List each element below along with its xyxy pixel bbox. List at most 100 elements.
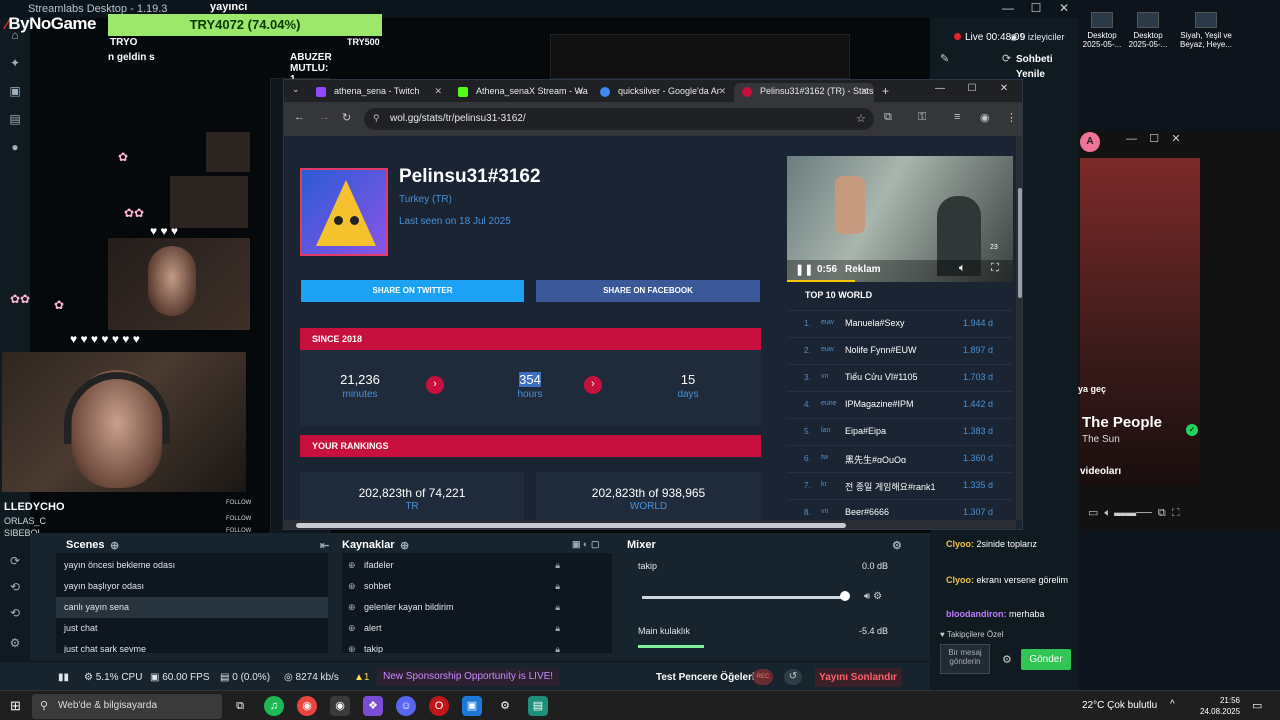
add-source-icon[interactable]: ⊕: [400, 539, 409, 552]
volume-slider-knob[interactable]: [840, 591, 850, 601]
forward-icon[interactable]: →: [319, 111, 330, 123]
minimize-button[interactable]: —: [924, 83, 956, 94]
refresh-icon[interactable]: ⟳: [1002, 52, 1011, 65]
table-row[interactable]: 6. tw 黑先生#ɑOuOɑ 1.360 d: [787, 445, 1013, 471]
maximize-button[interactable]: ☐: [956, 83, 988, 94]
scene-item[interactable]: yayın öncesi bekleme odası: [56, 555, 328, 576]
new-tab-button[interactable]: +: [882, 84, 889, 98]
password-icon[interactable]: ⚿: [918, 111, 926, 124]
desktop-shortcut[interactable]: Siyah, Yeşil ve Beyaz, Heye...: [1174, 12, 1238, 49]
tab-twitch[interactable]: athena_sena - Twitch ✕: [308, 83, 448, 102]
fullscreen-icon[interactable]: ⛶: [991, 262, 999, 275]
chevron-right-icon[interactable]: ›: [584, 376, 602, 394]
table-row[interactable]: 8. vn Beer#6666 1.307 d: [787, 499, 1013, 520]
add-scene-icon[interactable]: ⊕: [110, 539, 119, 552]
tab-wolgg[interactable]: Pelinsu31#3162 (TR) - Stats ✕: [734, 83, 874, 102]
mixer-settings-icon[interactable]: ⚙: [892, 539, 902, 552]
vertical-scrollbar[interactable]: [1016, 136, 1022, 520]
scene-item[interactable]: yayın başlıyor odası: [56, 576, 328, 597]
stats-icon[interactable]: ▮▮: [58, 672, 69, 683]
table-row[interactable]: 5. lan Eipa#Eipa 1.383 d: [787, 418, 1013, 444]
share-twitter-button[interactable]: SHARE ON TWITTER: [301, 280, 524, 302]
discord-icon[interactable]: ☺: [396, 696, 416, 716]
chrome-icon[interactable]: ◉: [330, 696, 350, 716]
close-button[interactable]: ✕: [988, 83, 1020, 94]
share-facebook-button[interactable]: SHARE ON FACEBOOK: [536, 280, 760, 302]
desktop-shortcut[interactable]: Desktop 2025-05-...: [1078, 12, 1126, 49]
source-item[interactable]: ⊕ ifadeler 🔒︎: [342, 555, 610, 576]
copilot-icon[interactable]: ❖: [363, 696, 383, 716]
avatar[interactable]: A: [1080, 132, 1100, 152]
extensions-icon[interactable]: ⧉: [884, 111, 892, 124]
weather-widget[interactable]: 22°C Çok bulutlu: [1082, 700, 1157, 711]
taskbar-search[interactable]: ⚲ Web'de & bilgisayarda: [32, 694, 222, 719]
source-item[interactable]: ⊕ takip 🔒︎: [342, 639, 610, 653]
test-widgets-button[interactable]: Test Pencere Öğeleri: [656, 672, 755, 683]
opera-icon[interactable]: O: [429, 696, 449, 716]
source-item[interactable]: ⊕ gelenler kayan bildirim 🔒︎: [342, 597, 610, 618]
notification-icon[interactable]: ▭: [1252, 699, 1262, 712]
minimize-button[interactable]: —: [994, 1, 1022, 15]
replay-icon[interactable]: ↺: [784, 669, 802, 685]
video-ad[interactable]: ❚❚ 0:56 Reklam 23 🔈︎ ⛶: [787, 156, 1013, 282]
edit-icon[interactable]: ✎: [940, 52, 949, 65]
desktop-shortcut[interactable]: Desktop 2025-05-...: [1124, 12, 1172, 49]
pause-icon[interactable]: ❚❚: [795, 263, 813, 276]
scene-item[interactable]: just chat sark sevme: [56, 639, 328, 653]
sponsor-banner[interactable]: New Sponsorship Opportunity is LIVE!: [377, 668, 560, 686]
chat-settings-icon[interactable]: ⚙: [1002, 653, 1012, 666]
reload-icon[interactable]: ↻: [342, 111, 351, 124]
integration-icon[interactable]: ⟳: [8, 554, 22, 568]
warning-icon[interactable]: ▲1: [354, 672, 369, 683]
table-row[interactable]: 7. kr 전 종일 게임해요#rank1 1.335 d: [787, 472, 1013, 498]
close-button[interactable]: ✕: [1050, 1, 1078, 15]
table-row[interactable]: 1. euw Manuela#Sexy 1.944 d: [787, 310, 1013, 336]
media-icon[interactable]: ≡: [954, 111, 960, 123]
refresh-chat-button[interactable]: Sohbeti Yenile: [1016, 52, 1066, 82]
url-field[interactable]: ⚲ wol.gg/stats/tr/pelinsu31-3162/ ☆: [364, 108, 874, 130]
spotify-icon[interactable]: ♫: [264, 696, 284, 716]
close-button[interactable]: ✕: [1171, 133, 1180, 145]
menu-icon[interactable]: ⋮: [1006, 111, 1017, 124]
volume-slider[interactable]: [642, 596, 846, 599]
table-row[interactable]: 2. euw Nolife Fynn#EUW 1.897 d: [787, 337, 1013, 363]
tab-search-icon[interactable]: ⌄: [292, 84, 300, 95]
horizontal-scrollbar[interactable]: [284, 520, 1016, 529]
table-row[interactable]: 4. eune IPMagazine#IPM 1.442 d: [787, 391, 1013, 417]
link-icon[interactable]: ⟲: [8, 606, 22, 620]
app-icon[interactable]: ▣: [462, 696, 482, 716]
collapse-icon[interactable]: ⇤: [320, 539, 329, 552]
settings-icon[interactable]: ⚙: [495, 696, 515, 716]
minimize-button[interactable]: —: [1126, 133, 1137, 145]
tray-chevron-icon[interactable]: ^: [1170, 699, 1175, 710]
back-icon[interactable]: ←: [294, 111, 305, 123]
windows-start-icon[interactable]: ⊞: [10, 699, 24, 713]
volume-icon[interactable]: 🔈︎: [959, 262, 966, 275]
skip-label[interactable]: ya geç: [1078, 384, 1106, 394]
streamlabs-icon[interactable]: ▤: [528, 696, 548, 716]
scene-item[interactable]: just chat: [56, 618, 328, 639]
table-row[interactable]: 3. vn Tiểu Cửu Vĩ#1105 1.703 d: [787, 364, 1013, 390]
source-item[interactable]: ⊕ alert 🔒︎: [342, 618, 610, 639]
maximize-button[interactable]: ☐: [1149, 133, 1159, 145]
tab-google[interactable]: quicksilver - Google'da Ar ✕: [592, 83, 732, 102]
task-view-icon[interactable]: ⧉: [230, 696, 250, 716]
source-tools-icon[interactable]: ▣ ◐ ▢: [572, 539, 599, 550]
profile-icon[interactable]: ◉: [980, 111, 990, 124]
chat-input[interactable]: Bir mesaj gönderin: [940, 644, 990, 674]
lock-icon: 🔒︎: [555, 581, 560, 591]
speaker-icon[interactable]: 🔊︎ ⚙: [864, 591, 882, 602]
player-controls[interactable]: ▭ 🔈︎ ▬▬── ⧉ ⛶: [1088, 506, 1180, 520]
scene-item-selected[interactable]: canlı yayın sena: [56, 597, 328, 618]
plugin-icon[interactable]: ⟲: [8, 580, 22, 594]
tab-kick[interactable]: Athena_senaX Stream - Wa ✕: [450, 83, 590, 102]
record-button[interactable]: REC: [753, 669, 773, 685]
end-stream-button[interactable]: Yayını Sonlandır: [815, 668, 901, 687]
clock[interactable]: 21:56 24.08.2025: [1200, 695, 1240, 717]
chevron-right-icon[interactable]: ›: [426, 376, 444, 394]
maximize-button[interactable]: ☐: [1022, 1, 1050, 15]
send-button[interactable]: Gönder: [1021, 649, 1071, 670]
chrome-icon[interactable]: ◉: [297, 696, 317, 716]
source-item[interactable]: ⊕ sohbet 🔒︎: [342, 576, 610, 597]
settings-icon[interactable]: ⚙: [8, 636, 22, 650]
